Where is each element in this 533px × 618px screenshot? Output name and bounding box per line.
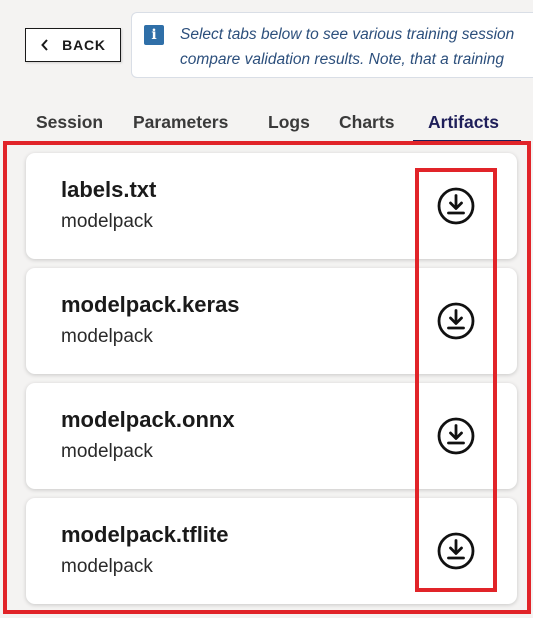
tab-bar: Session Parameters Logs Charts Artifacts — [0, 108, 533, 142]
artifact-card: labels.txt modelpack — [26, 153, 517, 259]
tab-session[interactable]: Session — [36, 112, 103, 133]
training-session-page: BACK i Select tabs below to see various … — [0, 0, 533, 618]
info-icon: i — [144, 25, 164, 45]
back-button-label: BACK — [62, 37, 106, 53]
artifact-name: labels.txt — [61, 177, 157, 202]
artifact-card: modelpack.tflite modelpack — [26, 498, 517, 604]
info-banner-line: compare validation results. Note, that a… — [180, 51, 504, 68]
download-icon — [437, 417, 475, 455]
artifact-name: modelpack.onnx — [61, 407, 235, 432]
tab-artifacts[interactable]: Artifacts — [428, 112, 499, 133]
artifact-type: modelpack — [61, 211, 153, 232]
info-banner-line: Select tabs below to see various trainin… — [180, 26, 515, 43]
artifact-type: modelpack — [61, 556, 153, 577]
info-banner-text: Select tabs below to see various trainin… — [180, 22, 533, 72]
download-button[interactable] — [436, 531, 476, 571]
download-icon — [437, 187, 475, 225]
chevron-left-icon — [41, 39, 48, 51]
tab-parameters[interactable]: Parameters — [133, 112, 228, 133]
download-button[interactable] — [436, 186, 476, 226]
tab-charts[interactable]: Charts — [339, 112, 394, 133]
artifact-list: labels.txt modelpack modelpack.keras mod… — [0, 142, 533, 618]
download-button[interactable] — [436, 301, 476, 341]
artifact-card: modelpack.onnx modelpack — [26, 383, 517, 489]
artifact-name: modelpack.keras — [61, 292, 240, 317]
artifact-name: modelpack.tflite — [61, 522, 229, 547]
artifact-type: modelpack — [61, 326, 153, 347]
tab-logs[interactable]: Logs — [268, 112, 310, 133]
download-button[interactable] — [436, 416, 476, 456]
artifact-type: modelpack — [61, 441, 153, 462]
artifact-card: modelpack.keras modelpack — [26, 268, 517, 374]
back-button[interactable]: BACK — [25, 28, 121, 62]
download-icon — [437, 302, 475, 340]
info-banner: i Select tabs below to see various train… — [131, 12, 533, 78]
download-icon — [437, 532, 475, 570]
